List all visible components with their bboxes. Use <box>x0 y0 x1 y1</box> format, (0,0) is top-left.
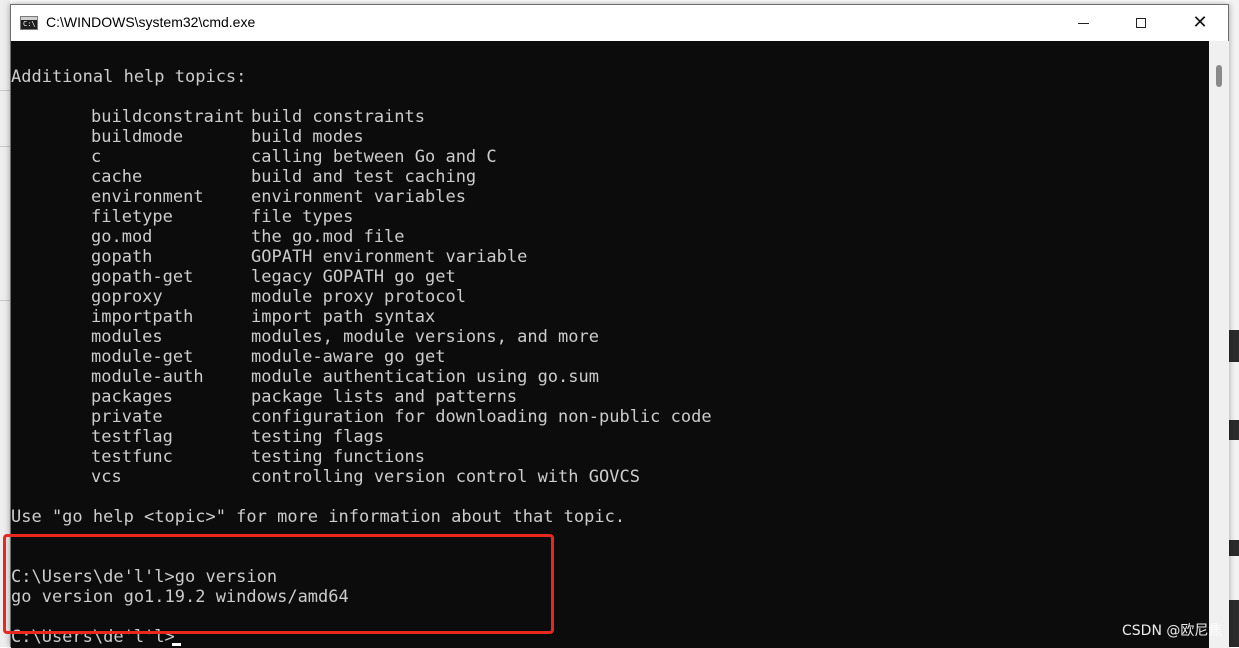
version-output: go version go1.19.2 windows/amd64 <box>11 587 349 607</box>
topic-description: controlling version control with GOVCS <box>251 467 640 487</box>
topic-description: modules, module versions, and more <box>251 327 599 347</box>
watermark: CSDN @欧尼焦 <box>1122 623 1223 639</box>
topic-description: module proxy protocol <box>251 287 466 307</box>
close-button[interactable]: ✕ <box>1171 5 1229 41</box>
minimize-button[interactable] <box>1054 5 1112 41</box>
topic-description: testing functions <box>251 447 425 467</box>
cmd-app-icon[interactable]: C:\ <box>20 16 38 30</box>
window-title: C:\WINDOWS\system32\cmd.exe <box>46 14 256 30</box>
topic-description: module-aware go get <box>251 347 446 367</box>
maximize-icon <box>1136 18 1146 28</box>
topic-description: GOPATH environment variable <box>251 247 528 267</box>
topic-name: buildconstraint <box>91 107 245 127</box>
title-bar[interactable]: C:\ C:\WINDOWS\system32\cmd.exe ✕ <box>11 5 1228 41</box>
vertical-scrollbar[interactable] <box>1209 41 1229 648</box>
close-icon: ✕ <box>1192 12 1208 33</box>
cmd-window: C:\ C:\WINDOWS\system32\cmd.exe ✕ Additi… <box>10 4 1229 648</box>
scrollbar-thumb[interactable] <box>1216 65 1222 87</box>
help-header: Additional help topics: <box>11 67 247 87</box>
topic-name: go.mod <box>91 227 153 247</box>
topic-name: testfunc <box>91 447 173 467</box>
topic-name: testflag <box>91 427 173 447</box>
topic-description: calling between Go and C <box>251 147 497 167</box>
maximize-button[interactable] <box>1112 5 1170 41</box>
topic-description: package lists and patterns <box>251 387 518 407</box>
topic-name: c <box>91 147 102 167</box>
minimize-icon <box>1077 22 1089 24</box>
topic-description: legacy GOPATH go get <box>251 267 456 287</box>
background-app-right <box>1229 0 1239 647</box>
prompt-line[interactable]: C:\Users\de'l'l> <box>11 627 175 647</box>
topic-name: packages <box>91 387 173 407</box>
topic-name: module-auth <box>91 367 204 387</box>
topic-description: configuration for downloading non-public… <box>251 407 712 427</box>
topic-description: build modes <box>251 127 364 147</box>
topic-description: build constraints <box>251 107 425 127</box>
topic-name: goproxy <box>91 287 163 307</box>
topic-name: gopath <box>91 247 153 267</box>
topic-description: build and test caching <box>251 167 477 187</box>
topic-name: vcs <box>91 467 122 487</box>
topic-description: testing flags <box>251 427 385 447</box>
help-footer: Use "go help <topic>" for more informati… <box>11 507 626 527</box>
topic-name: importpath <box>91 307 194 327</box>
topic-description: import path syntax <box>251 307 436 327</box>
topic-description: file types <box>251 207 354 227</box>
topic-name: cache <box>91 167 143 187</box>
console-output[interactable]: Additional help topics: buildconstraint b… <box>11 41 1209 648</box>
topic-name: private <box>91 407 163 427</box>
text-cursor <box>172 643 181 646</box>
topic-name: gopath-get <box>91 267 194 287</box>
topic-name: environment <box>91 187 204 207</box>
command-line: C:\Users\de'l'l>go version <box>11 567 278 587</box>
topic-description: module authentication using go.sum <box>251 367 599 387</box>
topic-name: module-get <box>91 347 194 367</box>
background-app-left <box>0 0 10 647</box>
topic-name: buildmode <box>91 127 184 147</box>
topic-description: environment variables <box>251 187 466 207</box>
topic-description: the go.mod file <box>251 227 405 247</box>
topic-name: filetype <box>91 207 173 227</box>
topic-name: modules <box>91 327 163 347</box>
